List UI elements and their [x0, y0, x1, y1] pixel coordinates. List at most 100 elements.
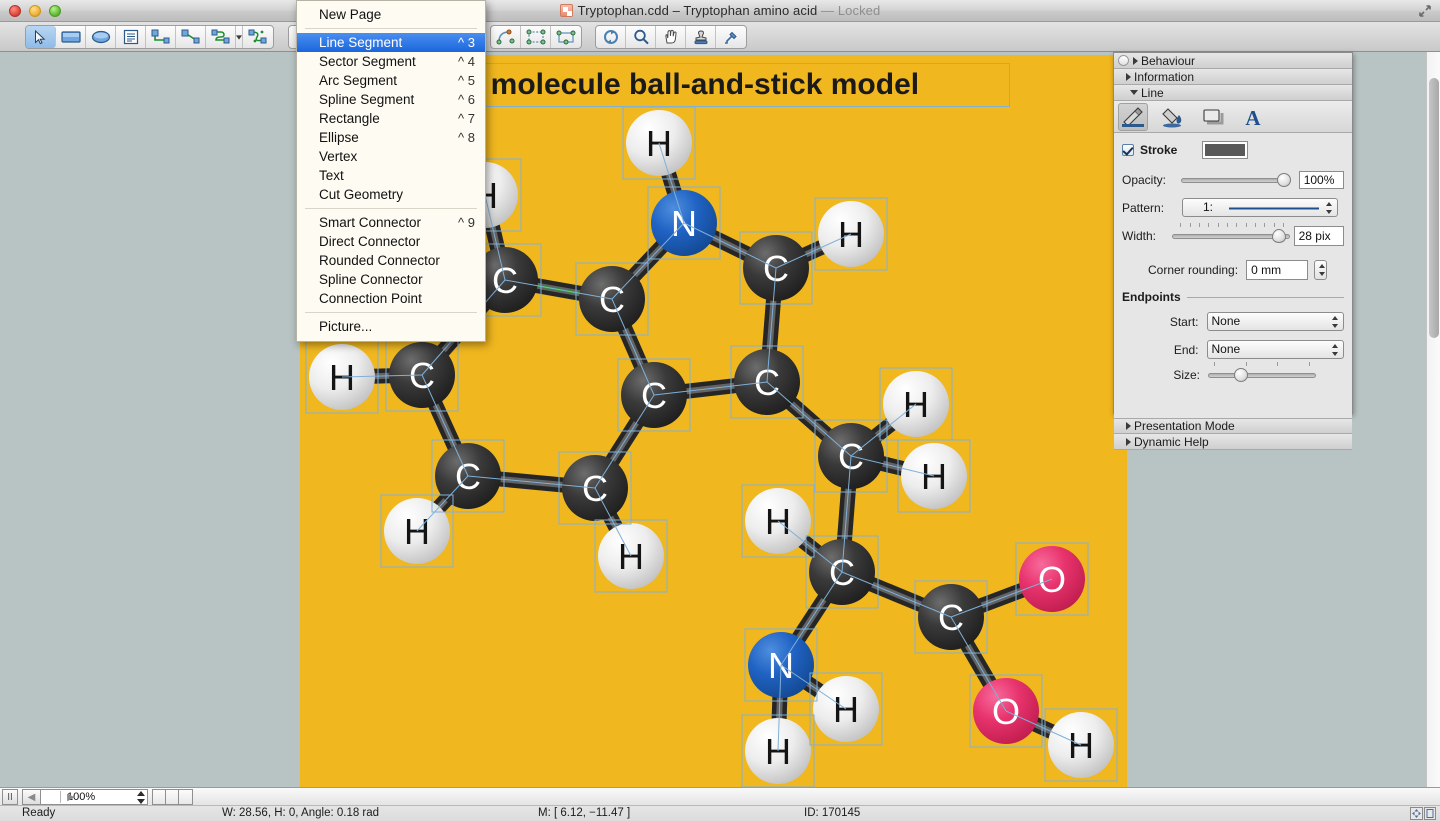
menu-item-direct-connector[interactable]: Direct Connector — [297, 232, 485, 251]
pattern-select[interactable]: 1: — [1182, 198, 1338, 217]
menu-item-label: Cut Geometry — [319, 185, 403, 204]
stamp-tool[interactable] — [686, 26, 716, 48]
opacity-value-field[interactable]: 100% — [1299, 171, 1344, 189]
window-title: Tryptophan.cdd – Tryptophan amino acid —… — [0, 3, 1440, 18]
menu-item-label: Picture... — [319, 317, 372, 336]
rotate-view-tool[interactable] — [596, 26, 626, 48]
inspector-section-presentation-mode[interactable]: Presentation Mode — [1114, 418, 1352, 434]
corner-rounding-field[interactable]: 0 mm — [1246, 260, 1308, 280]
connector-dropdown-arrow[interactable] — [236, 26, 243, 48]
view-mode-1[interactable] — [153, 790, 166, 804]
menu-item-line-segment[interactable]: Line Segment^ 3 — [297, 33, 485, 52]
menu-item-picture[interactable]: Picture... — [297, 317, 485, 336]
menu-item-ellipse[interactable]: Ellipse^ 8 — [297, 128, 485, 147]
menu-item-shortcut: ^ 9 — [458, 213, 475, 232]
menu-item-shortcut: ^ 3 — [458, 33, 475, 52]
pattern-value: 1: — [1203, 199, 1213, 216]
endpoint-size-slider[interactable] — [1208, 368, 1316, 382]
menu-item-spline-segment[interactable]: Spline Segment^ 6 — [297, 90, 485, 109]
text-tab[interactable]: A — [1238, 103, 1268, 131]
menu-item-cut-geometry[interactable]: Cut Geometry — [297, 185, 485, 204]
pointer-tool[interactable] — [26, 26, 56, 48]
section-label-dynamic-help: Dynamic Help — [1134, 434, 1209, 450]
next-page-button[interactable]: ▶ — [62, 789, 80, 805]
magnifier-tool[interactable] — [626, 26, 656, 48]
width-value-field[interactable]: 28 pix — [1294, 226, 1344, 246]
corner-rounding-stepper[interactable] — [1314, 260, 1327, 280]
opacity-slider[interactable] — [1181, 173, 1289, 187]
menu-item-spline-connector[interactable]: Spline Connector — [297, 270, 485, 289]
inspector-section-behaviour[interactable]: Behaviour — [1114, 53, 1352, 69]
view-mode-2[interactable] — [166, 790, 179, 804]
vertical-scrollbar-thumb[interactable] — [1429, 78, 1439, 338]
insert-context-menu[interactable]: New Page Line Segment^ 3Sector Segment^ 4… — [296, 0, 486, 342]
hand-tool[interactable] — [656, 26, 686, 48]
prev-page-button[interactable]: ◀ — [22, 789, 40, 805]
end-endpoint-value: None — [1212, 342, 1241, 356]
menu-item-label: Arc Segment — [319, 71, 397, 90]
status-bar-controls: II 100% ◀ ▶ — [0, 788, 1440, 806]
menu-item-label: Spline Connector — [319, 270, 423, 289]
fullscreen-icon[interactable] — [1418, 4, 1432, 18]
inspector-section-information[interactable]: Information — [1114, 69, 1352, 85]
direct-connector-tool[interactable] — [176, 26, 206, 48]
stroke-color-swatch[interactable] — [1202, 141, 1248, 159]
menu-item-label: Rectangle — [319, 109, 380, 128]
section-label-behaviour: Behaviour — [1141, 53, 1195, 69]
menu-item-arc-segment[interactable]: Arc Segment^ 5 — [297, 71, 485, 90]
zoom-stepper[interactable] — [137, 791, 145, 804]
line-inspector-body: Stroke Opacity: 100% Pattern: 1: Width: — [1114, 133, 1352, 418]
spline-connector-tool[interactable] — [243, 26, 273, 48]
pause-button[interactable]: II — [2, 789, 18, 805]
endpoints-label: Endpoints — [1122, 290, 1181, 304]
rectangle-tool[interactable] — [56, 26, 86, 48]
fill-tab[interactable] — [1158, 103, 1188, 131]
menu-item-new-page[interactable]: New Page — [297, 5, 485, 24]
view-mode-3[interactable] — [179, 790, 192, 804]
scale-tool[interactable] — [521, 26, 551, 48]
stroke-checkbox[interactable] — [1122, 144, 1134, 156]
menu-separator — [305, 208, 477, 209]
status-bar-info: Ready W: 28.56, H: 0, Angle: 0.18 rad M:… — [0, 806, 1440, 821]
transform-tools-group — [490, 25, 582, 49]
zoom-level-field[interactable]: 100% — [40, 789, 148, 805]
chevron-right-icon — [1133, 57, 1138, 65]
view-mode-buttons[interactable] — [152, 789, 193, 805]
atom-label: H — [618, 536, 644, 577]
object-id-text: ID: 170145 — [804, 807, 860, 819]
ellipse-tool[interactable] — [86, 26, 116, 48]
shadow-tab[interactable] — [1198, 103, 1228, 131]
inspector-panel[interactable]: Behaviour Information Line A Stroke Opac… — [1113, 52, 1353, 414]
window-title-locked: — Locked — [817, 3, 880, 18]
menu-item-text[interactable]: Text — [297, 166, 485, 185]
menu-item-smart-connector[interactable]: Smart Connector^ 9 — [297, 213, 485, 232]
status-bar: II 100% ◀ ▶ Ready W: 28.56, H: 0, Angle:… — [0, 787, 1440, 821]
chevron-updown-icon — [1331, 315, 1340, 329]
width-slider[interactable] — [1172, 229, 1285, 243]
metrics-text: W: 28.56, H: 0, Angle: 0.18 rad — [222, 807, 379, 819]
atom-label: H — [1068, 725, 1094, 766]
menu-item-rectangle[interactable]: Rectangle^ 7 — [297, 109, 485, 128]
text-tool[interactable] — [116, 26, 146, 48]
vertical-scrollbar[interactable] — [1426, 52, 1440, 787]
inspector-section-line[interactable]: Line — [1114, 85, 1352, 101]
pattern-label: Pattern: — [1122, 201, 1182, 215]
menu-item-label: Sector Segment — [319, 52, 416, 71]
menu-item-vertex[interactable]: Vertex — [297, 147, 485, 166]
end-endpoint-select[interactable]: None — [1207, 340, 1345, 359]
start-endpoint-select[interactable]: None — [1207, 312, 1345, 331]
menu-item-shortcut: ^ 6 — [458, 90, 475, 109]
rotate-tool[interactable] — [491, 26, 521, 48]
inspector-section-dynamic-help[interactable]: Dynamic Help — [1114, 434, 1352, 450]
smart-connector-tool[interactable] — [146, 26, 176, 48]
menu-item-rounded-connector[interactable]: Rounded Connector — [297, 251, 485, 270]
behaviour-radio[interactable] — [1118, 55, 1129, 66]
menu-item-label: Connection Point — [319, 289, 422, 308]
menu-item-sector-segment[interactable]: Sector Segment^ 4 — [297, 52, 485, 71]
stroke-tab[interactable] — [1118, 103, 1148, 131]
atom-label: H — [404, 511, 430, 552]
rounded-connector-tool[interactable] — [206, 26, 236, 48]
eyedropper-tool[interactable] — [716, 26, 746, 48]
menu-item-connection-point[interactable]: Connection Point — [297, 289, 485, 308]
distribute-tool[interactable] — [551, 26, 581, 48]
